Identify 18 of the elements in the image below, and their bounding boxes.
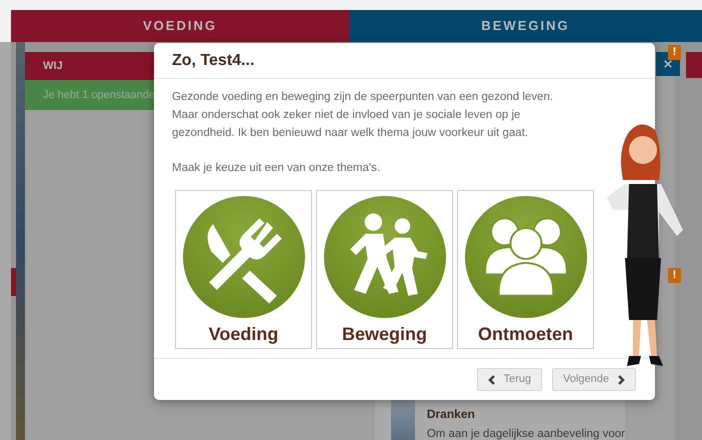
chevron-right-icon (617, 374, 625, 384)
side-header (686, 52, 702, 78)
dialog-paragraph: Gezonde voeding en beweging zijn de speerpunten van een gezond leven. Maar onderschat ook zeker niet de invloed van je sociale leven op je gezondheid. Ik ben benieuwd naar welk thema jouw voorkeur uit gaat. (172, 90, 554, 141)
dialog-title: Zo, Test4... (172, 50, 254, 70)
back-button[interactable]: Terug (476, 368, 542, 391)
theme-option[interactable]: Ontmoeten (457, 190, 594, 349)
alert-badge: ! (668, 45, 681, 60)
side-marker (11, 268, 16, 296)
dialog-paragraph: Maak je keuze uit een van onze thema's. (172, 161, 382, 176)
article-title: Dranken (426, 406, 476, 423)
theme-option[interactable]: Voeding (175, 190, 312, 349)
article-text: Om aan je dagelijkse aanbeveling voor (426, 427, 625, 440)
theme-option[interactable]: Beweging (316, 190, 453, 349)
chevron-left-icon (488, 374, 496, 384)
category-tab[interactable]: VOEDING (11, 10, 349, 42)
next-button[interactable]: Volgende (552, 368, 636, 391)
alert-badge: ! (668, 268, 681, 283)
category-tab[interactable]: BEWEGING (349, 10, 702, 42)
